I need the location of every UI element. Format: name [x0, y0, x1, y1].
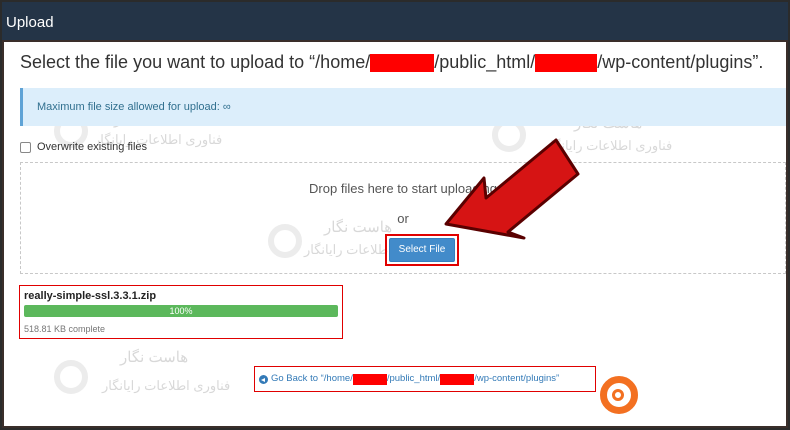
go-back-prefix: Go Back to “/home/	[271, 373, 353, 384]
page-title: Select the file you want to upload to “/…	[20, 52, 763, 73]
brand-logo: هاست نگار Hostnegar.com	[598, 372, 788, 428]
overwrite-label: Overwrite existing files	[37, 141, 148, 153]
upload-item: really-simple-ssl.3.3.1.zip 100% 518.81 …	[19, 285, 343, 339]
max-size-text: Maximum file size allowed for upload: ∞	[37, 101, 231, 113]
upload-filename: really-simple-ssl.3.3.1.zip	[24, 290, 157, 302]
upload-progress-bar: 100%	[24, 305, 338, 317]
title-prefix: Select the file you want to upload to “/…	[20, 52, 371, 72]
arrow-circle-left-icon	[259, 374, 268, 384]
redacted-folder	[535, 54, 598, 73]
drop-zone-text: Drop files here to start uploading	[309, 181, 497, 196]
upload-panel: هاست نگار فناوری اطلاعات رایانگار هاست ن…	[4, 42, 786, 426]
title-suffix: /wp-content/plugins”.	[597, 52, 764, 72]
window-title: Upload	[2, 2, 788, 40]
redacted-username	[352, 373, 387, 385]
watermark-text: هاست نگار	[120, 349, 189, 366]
go-back-middle: /public_html/	[386, 373, 441, 384]
title-middle: /public_html/	[434, 52, 536, 72]
redacted-username	[370, 54, 435, 73]
info-alert: Maximum file size allowed for upload: ∞	[20, 88, 786, 126]
overwrite-checkbox[interactable]	[20, 141, 31, 153]
go-back-suffix: /wp-content/plugins”	[474, 373, 560, 384]
overwrite-option[interactable]: Overwrite existing files	[20, 141, 147, 153]
annotation-arrow-icon	[444, 138, 580, 240]
go-back-link[interactable]: Go Back to “/home/ /public_html/ /wp-con…	[254, 366, 596, 392]
watermark-tagline: فناوری اطلاعات رایانگار	[102, 378, 231, 393]
brand-en-name: Hostnegar.com	[650, 400, 773, 419]
watermark-logo-icon	[54, 360, 88, 394]
brand-fa-name: هاست نگار	[658, 376, 736, 395]
upload-size-text: 518.81 KB complete	[24, 324, 106, 334]
brand-logo-dot-icon	[612, 389, 624, 401]
window-frame: Upload هاست نگار فناوری اطلاعات رایانگار…	[2, 2, 788, 428]
or-text: or	[397, 211, 409, 226]
redacted-folder	[440, 373, 475, 385]
upload-progress-label: 100%	[169, 306, 193, 316]
drop-zone[interactable]: Drop files here to start uploading or Se…	[20, 162, 786, 274]
